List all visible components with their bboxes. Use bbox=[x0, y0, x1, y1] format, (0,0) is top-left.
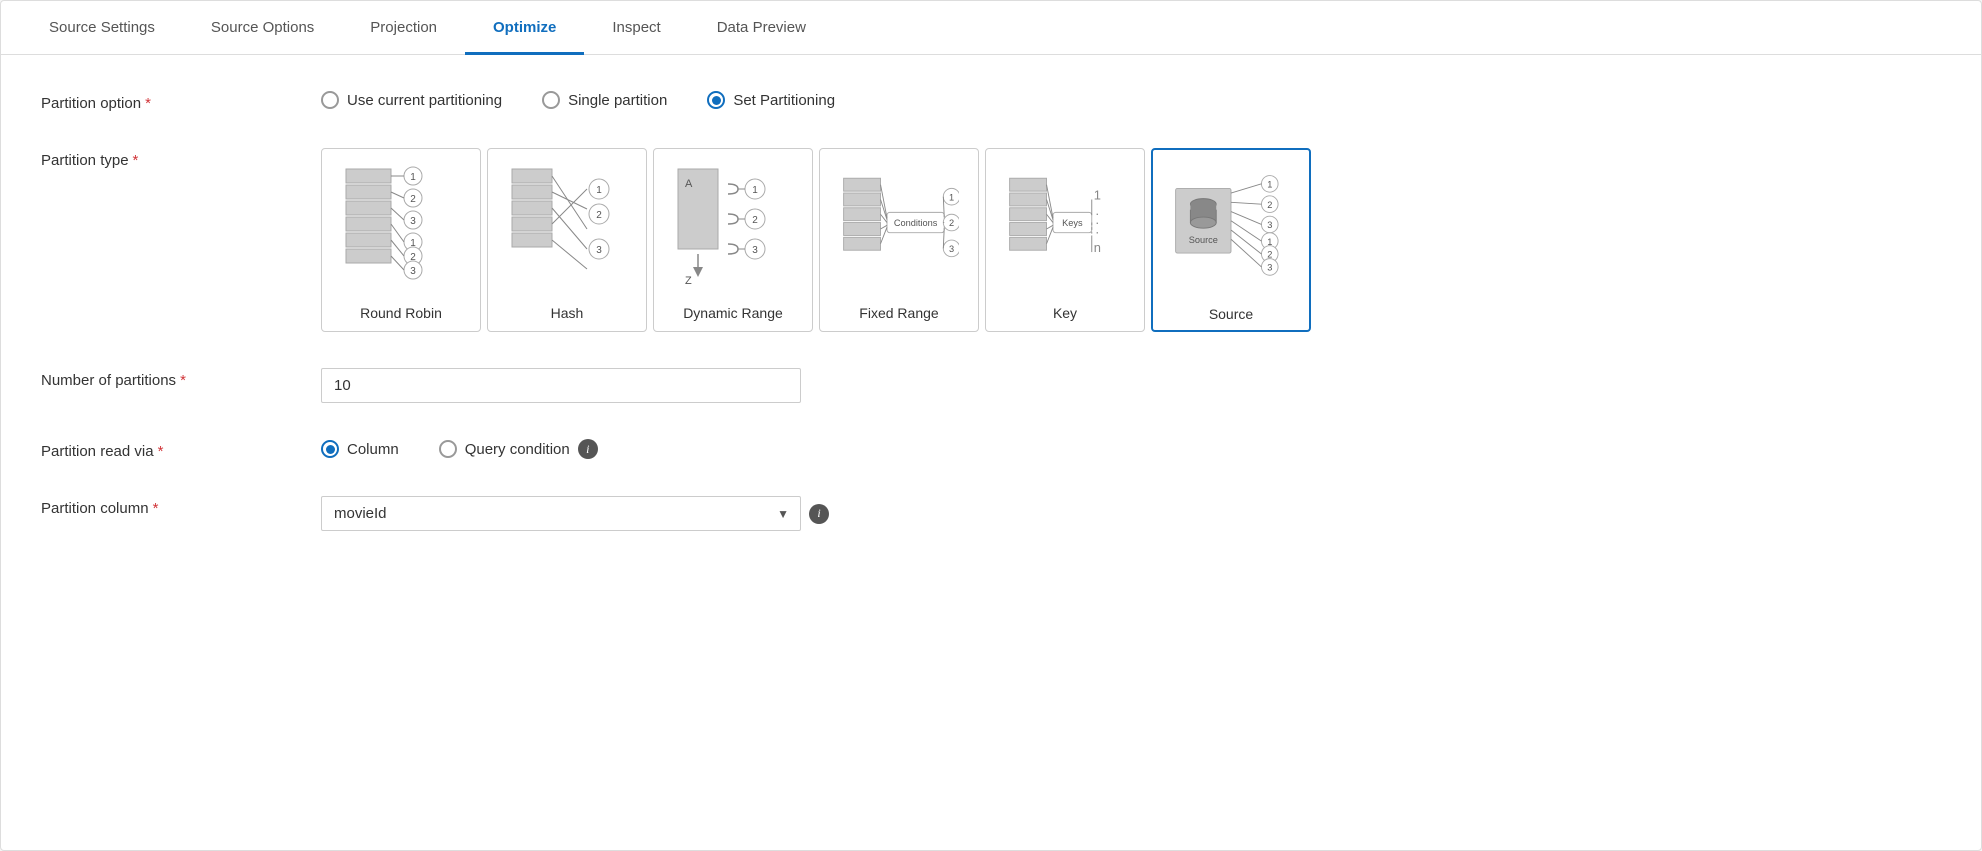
svg-text:3: 3 bbox=[752, 245, 758, 256]
svg-text:Keys: Keys bbox=[1062, 218, 1083, 228]
tab-data-preview[interactable]: Data Preview bbox=[689, 1, 834, 54]
partition-option-radio-group: Use current partitioning Single partitio… bbox=[321, 91, 1941, 109]
tab-inspect[interactable]: Inspect bbox=[584, 1, 688, 54]
num-partitions-input[interactable] bbox=[321, 368, 801, 403]
num-partitions-label: Number of partitions* bbox=[41, 368, 321, 389]
key-svg: Keys 1 · · · bbox=[1005, 159, 1125, 299]
svg-text:Z: Z bbox=[685, 275, 692, 287]
partition-type-row: Partition type* bbox=[41, 148, 1941, 332]
round-robin-label: Round Robin bbox=[360, 305, 442, 321]
partition-card-hash[interactable]: 1 2 3 Hash bbox=[487, 148, 647, 332]
partition-type-cards: 1 2 3 1 2 3 bbox=[321, 148, 1941, 332]
source-svg: Source 1 2 3 1 2 bbox=[1171, 160, 1291, 300]
hash-svg: 1 2 3 bbox=[507, 159, 627, 299]
partition-type-control: 1 2 3 1 2 3 bbox=[321, 148, 1941, 332]
tab-bar: Source Settings Source Options Projectio… bbox=[1, 1, 1981, 55]
radio-use-current[interactable] bbox=[321, 91, 339, 109]
svg-text:2: 2 bbox=[410, 194, 416, 205]
svg-text:3: 3 bbox=[1267, 220, 1272, 230]
content-area: Partition option* Use current partitioni… bbox=[1, 55, 1981, 603]
radio-query[interactable] bbox=[439, 440, 457, 458]
radio-single[interactable] bbox=[542, 91, 560, 109]
svg-text:1: 1 bbox=[1094, 187, 1101, 202]
svg-text:2: 2 bbox=[752, 215, 758, 226]
svg-text:3: 3 bbox=[410, 216, 416, 227]
partition-column-row: Partition column* movieId ▼ i bbox=[41, 496, 1941, 531]
svg-text:2: 2 bbox=[949, 218, 954, 228]
partition-read-via-control: Column Query condition i bbox=[321, 439, 1941, 459]
round-robin-diagram: 1 2 3 1 2 3 bbox=[341, 159, 461, 299]
read-via-column[interactable]: Column bbox=[321, 440, 399, 458]
num-partitions-row: Number of partitions* bbox=[41, 368, 1941, 403]
fixed-range-diagram: Conditions 1 2 bbox=[839, 159, 959, 299]
partition-column-label: Partition column* bbox=[41, 496, 321, 517]
partition-option-set[interactable]: Set Partitioning bbox=[707, 91, 835, 109]
partition-option-row: Partition option* Use current partitioni… bbox=[41, 91, 1941, 112]
svg-text:Conditions: Conditions bbox=[894, 218, 938, 228]
partition-column-select-wrapper: movieId ▼ bbox=[321, 496, 801, 531]
svg-text:3: 3 bbox=[596, 245, 602, 256]
dynamic-range-diagram: A Z bbox=[673, 159, 793, 299]
partition-column-select[interactable]: movieId bbox=[321, 496, 801, 531]
svg-text:1: 1 bbox=[410, 172, 416, 183]
radio-set[interactable] bbox=[707, 91, 725, 109]
partition-read-via-row: Partition read via* Column Query conditi… bbox=[41, 439, 1941, 460]
svg-text:1: 1 bbox=[1267, 180, 1272, 190]
svg-text:Source: Source bbox=[1189, 235, 1218, 245]
main-container: Source Settings Source Options Projectio… bbox=[0, 0, 1982, 851]
tab-source-options[interactable]: Source Options bbox=[183, 1, 342, 54]
hash-label: Hash bbox=[551, 305, 584, 321]
svg-text:3: 3 bbox=[949, 244, 954, 254]
svg-text:1: 1 bbox=[949, 192, 954, 202]
partition-card-key[interactable]: Keys 1 · · · bbox=[985, 148, 1145, 332]
source-diagram: Source 1 2 3 1 2 bbox=[1171, 160, 1291, 300]
partition-option-use-current[interactable]: Use current partitioning bbox=[321, 91, 502, 109]
radio-column[interactable] bbox=[321, 440, 339, 458]
hash-diagram: 1 2 3 bbox=[507, 159, 627, 299]
round-robin-svg: 1 2 3 1 2 3 bbox=[341, 159, 461, 299]
num-partitions-control bbox=[321, 368, 1941, 403]
partition-option-label: Partition option* bbox=[41, 91, 321, 112]
key-diagram: Keys 1 · · · bbox=[1005, 159, 1125, 299]
read-via-info-icon[interactable]: i bbox=[578, 439, 598, 459]
key-label: Key bbox=[1053, 305, 1077, 321]
svg-text:2: 2 bbox=[1267, 200, 1272, 210]
tab-source-settings[interactable]: Source Settings bbox=[21, 1, 183, 54]
svg-text:1: 1 bbox=[596, 185, 602, 196]
tab-optimize[interactable]: Optimize bbox=[465, 1, 584, 54]
partition-option-control: Use current partitioning Single partitio… bbox=[321, 91, 1941, 109]
partition-type-label: Partition type* bbox=[41, 148, 321, 169]
partition-card-dynamic-range[interactable]: A Z bbox=[653, 148, 813, 332]
partition-read-via-options: Column Query condition i bbox=[321, 439, 1941, 459]
svg-text:3: 3 bbox=[410, 266, 416, 277]
partition-column-info-icon[interactable]: i bbox=[809, 504, 829, 524]
svg-text:A: A bbox=[685, 178, 693, 190]
fixed-range-svg: Conditions 1 2 bbox=[839, 159, 959, 299]
dynamic-range-label: Dynamic Range bbox=[683, 305, 783, 321]
svg-text:·: · bbox=[1095, 224, 1099, 239]
svg-text:2: 2 bbox=[596, 210, 602, 221]
partition-card-source[interactable]: Source 1 2 3 1 2 bbox=[1151, 148, 1311, 332]
read-via-query[interactable]: Query condition bbox=[439, 440, 570, 458]
partition-option-single[interactable]: Single partition bbox=[542, 91, 667, 109]
svg-text:n: n bbox=[1094, 240, 1101, 255]
svg-text:1: 1 bbox=[752, 185, 758, 196]
partition-card-round-robin[interactable]: 1 2 3 1 2 3 bbox=[321, 148, 481, 332]
partition-column-control: movieId ▼ i bbox=[321, 496, 1941, 531]
tab-projection[interactable]: Projection bbox=[342, 1, 465, 54]
read-via-radio-group: Column Query condition bbox=[321, 440, 570, 458]
fixed-range-label: Fixed Range bbox=[859, 305, 938, 321]
dynamic-range-svg: A Z bbox=[673, 159, 793, 299]
partition-card-fixed-range[interactable]: Conditions 1 2 bbox=[819, 148, 979, 332]
partition-column-inline: movieId ▼ i bbox=[321, 496, 1941, 531]
source-label: Source bbox=[1209, 306, 1253, 322]
svg-text:3: 3 bbox=[1267, 263, 1272, 273]
partition-read-via-label: Partition read via* bbox=[41, 439, 321, 460]
